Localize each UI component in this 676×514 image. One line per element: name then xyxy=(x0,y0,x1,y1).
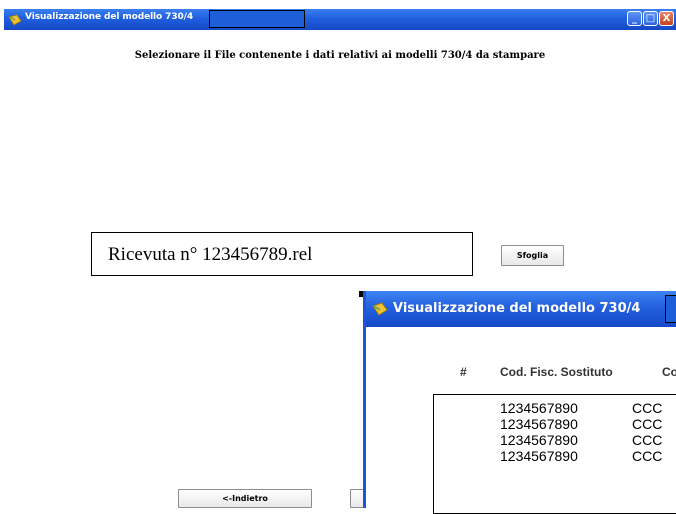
title-bar[interactable]: Visualizzazione del modello 730/4 _ □ X xyxy=(4,9,676,30)
close-icon[interactable]: X xyxy=(659,11,674,26)
cell-co: CCC xyxy=(632,416,663,432)
browse-button[interactable]: Sfoglia xyxy=(501,245,564,266)
column-header-number[interactable]: # xyxy=(460,365,467,379)
cell-cod-fisc: 1234567890 xyxy=(500,448,578,464)
file-name-field[interactable]: Ricevuta n° 123456789.rel xyxy=(91,232,473,276)
maximize-icon[interactable]: □ xyxy=(643,11,658,26)
cell-co: CCC xyxy=(632,400,663,416)
window-title: Visualizzazione del modello 730/4 xyxy=(25,12,193,22)
app-icon xyxy=(8,14,22,26)
records-table[interactable]: 1234567890 CCC 1234567890 CCC 1234567890… xyxy=(433,394,676,514)
column-header-cod-fisc-sostituto[interactable]: Cod. Fisc. Sostituto xyxy=(500,365,613,379)
title-highlight-box xyxy=(209,10,305,28)
cell-cod-fisc: 1234567890 xyxy=(500,432,578,448)
popup-title-highlight-box xyxy=(665,295,676,323)
back-button[interactable]: <-Indietro xyxy=(178,489,312,508)
popup-window: Visualizzazione del modello 730/4 # Cod.… xyxy=(363,291,676,514)
popup-window-title: Visualizzazione del modello 730/4 xyxy=(393,301,641,316)
cell-co: CCC xyxy=(632,432,663,448)
cell-cod-fisc: 1234567890 xyxy=(500,400,578,416)
minimize-icon[interactable]: _ xyxy=(627,11,642,26)
file-name-value: Ricevuta n° 123456789.rel xyxy=(108,244,313,265)
cell-cod-fisc: 1234567890 xyxy=(500,416,578,432)
app-icon xyxy=(372,302,388,316)
instruction-text: Selezionare il File contenente i dati re… xyxy=(134,50,546,61)
popup-title-bar[interactable]: Visualizzazione del modello 730/4 xyxy=(366,291,676,327)
cell-co: CCC xyxy=(632,448,663,464)
column-header-co[interactable]: Co xyxy=(662,365,676,379)
